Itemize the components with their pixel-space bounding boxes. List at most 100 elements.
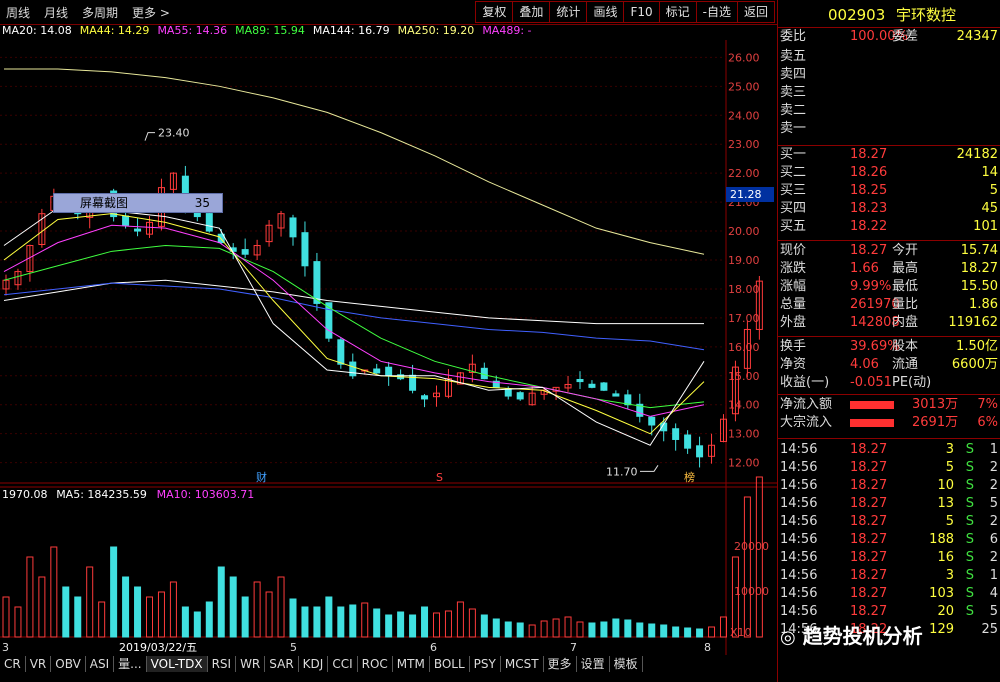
price-tick: 22.00: [728, 167, 760, 180]
volume-bar: [708, 626, 716, 638]
candle-body: [684, 434, 692, 449]
candle-body: [385, 366, 393, 377]
indicator-tab[interactable]: 设置: [577, 656, 610, 672]
candle-body: [576, 378, 584, 383]
quote-row: 买五 18.22 101: [780, 218, 1000, 236]
toolbar-button[interactable]: 复权: [475, 1, 514, 23]
volume-bar: [624, 619, 632, 638]
volume-bar: [504, 621, 512, 638]
period-item[interactable]: 周线: [6, 4, 30, 21]
indicator-tab[interactable]: 更多: [544, 656, 577, 672]
volume-bar: [169, 581, 177, 638]
period-item[interactable]: 多周期: [82, 4, 118, 21]
indicator-tab[interactable]: WR: [236, 656, 266, 672]
watermark: ◎ 趋势投机分析: [780, 620, 980, 650]
indicator-tab[interactable]: ASI: [86, 656, 115, 672]
row-label2: 最高: [892, 261, 919, 276]
candle-body: [205, 213, 213, 232]
indicator-tab[interactable]: VOL-TDX: [146, 656, 208, 672]
tick-price: 18.27: [850, 478, 888, 493]
row-value: 18.22: [850, 219, 888, 234]
row-value: -0.051: [850, 375, 892, 390]
indicator-tab[interactable]: OBV: [51, 656, 86, 672]
indicator-tab[interactable]: PSY: [470, 656, 501, 672]
row-value2: 24347: [956, 29, 998, 44]
x-label: 3: [2, 641, 9, 654]
toolbar-button[interactable]: F10: [623, 1, 660, 23]
quote-row: 买三 18.25 5: [780, 182, 1000, 200]
tick-count: 2: [989, 478, 998, 493]
period-item[interactable]: 更多 >: [132, 4, 170, 21]
tick-time: 14:56: [780, 604, 818, 619]
indicator-tab[interactable]: 模板: [610, 656, 643, 672]
toolbar-button[interactable]: 返回: [736, 1, 775, 23]
candle-body: [373, 368, 381, 374]
indicator-tab[interactable]: RSI: [208, 656, 237, 672]
rank-marker: 榜: [684, 470, 695, 484]
candle-body: [122, 215, 130, 226]
volume-bar: [421, 606, 429, 638]
candle-body: [301, 232, 309, 267]
tick-time: 14:56: [780, 586, 818, 601]
tick-volume: 20: [937, 604, 954, 619]
row-label2: 今开: [892, 243, 919, 258]
toolbar-button[interactable]: 标记: [658, 1, 697, 23]
period-item[interactable]: 月线: [44, 4, 68, 21]
volume-legend: MA10: 103603.71: [157, 488, 255, 501]
indicator-tab[interactable]: KDJ: [299, 656, 329, 672]
volume-bar: [325, 596, 333, 638]
finance-marker: 财: [256, 470, 267, 484]
stock-code: 002903: [828, 6, 886, 24]
quote-row: 卖一: [780, 120, 1000, 138]
row-value2: 15.50: [960, 279, 998, 294]
volume-bar: [564, 616, 572, 638]
quote-row: 买四 18.23 45: [780, 200, 1000, 218]
toolbar-button[interactable]: 统计: [549, 1, 588, 23]
indicator-tab[interactable]: MTM: [393, 656, 430, 672]
ma-label: MA20: 14.08: [2, 24, 72, 37]
row-value2: 1.86: [969, 297, 998, 312]
row-value: 18.26: [850, 165, 888, 180]
quote-row: 卖二: [780, 102, 1000, 120]
row-value2: 101: [973, 219, 998, 234]
candle-body: [349, 361, 357, 377]
tick-volume: 13: [937, 496, 954, 511]
price-tick: 12.00: [728, 457, 760, 470]
low-marker: [640, 465, 659, 472]
tick-price: 18.27: [850, 496, 888, 511]
row-label: 卖三: [780, 85, 807, 100]
toolbar-button[interactable]: 叠加: [512, 1, 551, 23]
indicator-tab[interactable]: MCST: [501, 656, 544, 672]
indicator-tab[interactable]: BOLL: [430, 656, 470, 672]
indicator-tab[interactable]: CR: [0, 656, 26, 672]
indicator-tab[interactable]: VR: [26, 656, 52, 672]
flow-pct: 7%: [977, 397, 998, 412]
row-value: 18.25: [850, 183, 888, 198]
volume-bar: [110, 546, 118, 638]
toolbar-button[interactable]: -自选: [695, 1, 738, 23]
quote-panel: 002903 宇环数控 委比 100.00% 委差 24347 卖五 卖四 卖三 卖二 卖一 买一…: [777, 0, 1000, 682]
row-label: 涨跌: [780, 261, 807, 276]
candle-body: [696, 445, 704, 458]
indicator-tab[interactable]: CCI: [328, 656, 358, 672]
tick-volume: 188: [929, 532, 954, 547]
volume-bar: [672, 626, 680, 638]
row-label: 卖一: [780, 121, 807, 136]
quote-row: 卖三: [780, 84, 1000, 102]
indicator-tab[interactable]: 量...: [114, 656, 147, 672]
tick-time: 14:56: [780, 514, 818, 529]
row-label: 换手: [780, 339, 807, 354]
volume-bar: [337, 606, 345, 638]
row-label: 买三: [780, 183, 807, 198]
indicator-tab[interactable]: ROC: [358, 656, 393, 672]
toolbar-button[interactable]: 画线: [586, 1, 625, 23]
quote-row: 买一 18.27 24182: [780, 146, 1000, 164]
x-label: 6: [430, 641, 437, 654]
indicator-tab[interactable]: SAR: [265, 656, 299, 672]
row-value2: 24182: [956, 147, 998, 162]
volume-bar: [157, 591, 165, 638]
tick-side: S: [965, 460, 974, 475]
tick-side: S: [965, 568, 974, 583]
quote-row: 涨幅 9.99% 最低 15.50: [780, 278, 1000, 296]
kline-chart[interactable]: 26.0025.0024.0023.0022.0021.0020.0019.00…: [0, 40, 777, 655]
